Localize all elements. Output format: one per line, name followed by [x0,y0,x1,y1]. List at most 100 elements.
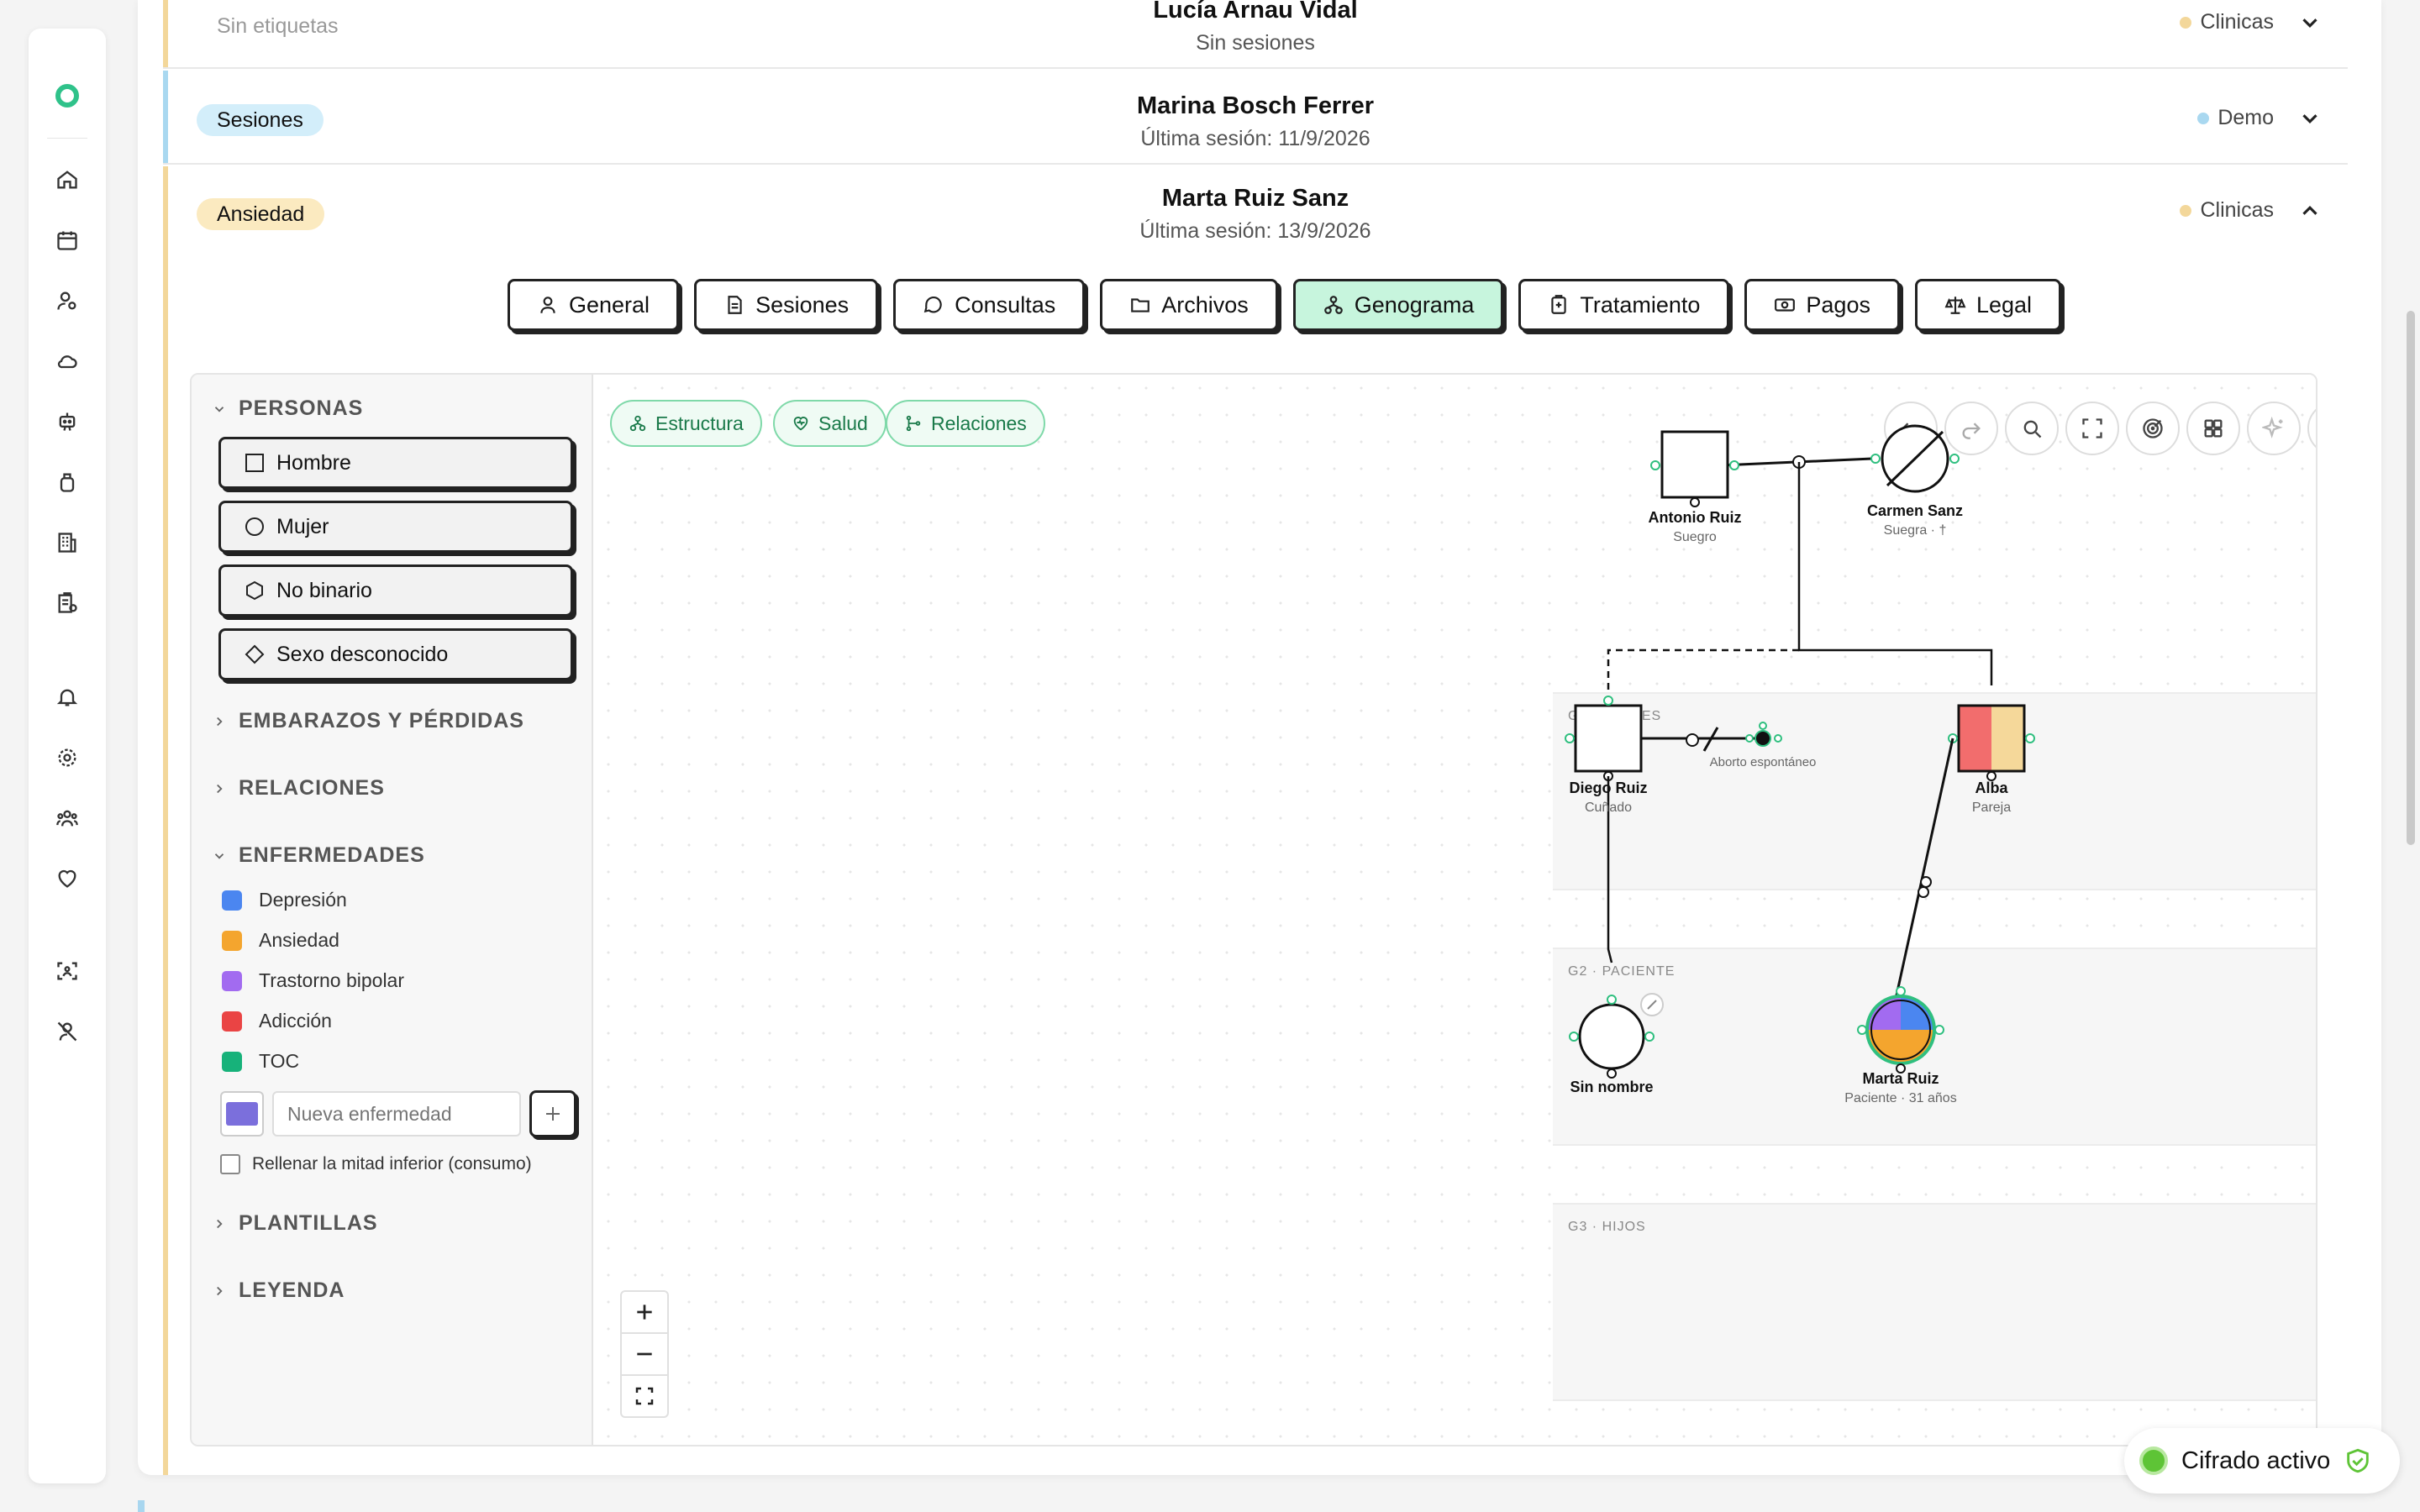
disease-name: Adicción [259,1010,332,1032]
tab-archivos[interactable]: Archivos [1100,279,1278,331]
cloud-icon[interactable] [52,346,82,376]
minus-icon [637,1352,652,1356]
tab-general[interactable]: General [508,279,680,331]
new-disease-input[interactable] [272,1091,521,1137]
patient-row[interactable]: Sesiones Marina Bosch Ferrer Última sesi… [163,71,2348,165]
face-scan-icon[interactable] [52,956,82,986]
view-chip-salud[interactable]: Salud [773,400,886,447]
chevron-down-icon[interactable] [2297,10,2323,35]
next-row-stripe [138,1500,145,1512]
checkbox-label: Rellenar la mitad inferior (consumo) [252,1154,532,1173]
chevron-up-icon[interactable] [2297,198,2323,223]
section-title: PLANTILLAS [239,1211,378,1235]
chevron-down-icon[interactable] [2297,106,2323,131]
encryption-status[interactable]: Cifrado activo [2124,1428,2400,1494]
disease-item[interactable]: TOC [222,1050,299,1073]
genogram-sidebar: PERSONAS Hombre Mujer No binario Sexo de… [192,375,593,1445]
section-title: ENFERMEDADES [239,843,425,867]
disease-item[interactable]: Adicción [222,1010,332,1032]
section-leyenda[interactable]: LEYENDA [212,1278,345,1303]
chevron-right-icon [217,1219,223,1228]
calendar-icon[interactable] [52,225,82,255]
bottle-icon[interactable] [52,467,82,497]
bell-icon[interactable] [52,682,82,712]
team-icon[interactable] [52,803,82,833]
generation-band: G1 · PADRES [1553,692,2316,890]
hexagon-icon [246,580,263,601]
view-chip-relaciones[interactable]: Relaciones [886,400,1045,447]
couple-line [1720,457,1873,467]
settings-icon[interactable] [52,743,82,773]
section-plantillas[interactable]: PLANTILLAS [212,1211,378,1236]
generation-band: G3 · HIJOS [1553,1203,2316,1401]
person-role: Suegro [1673,530,1717,544]
status-label: Clinicas [2200,10,2274,34]
chevron-down-icon [214,853,224,859]
patient-tabs: General Sesiones Consultas Archivos Geno… [508,279,2062,331]
add-nonbinary-button[interactable]: No binario [218,564,573,617]
genogram-editor: PERSONAS Hombre Mujer No binario Sexo de… [190,373,2317,1446]
chevron-right-icon [217,1286,223,1295]
user-off-icon[interactable] [52,1016,82,1047]
disease-item[interactable]: Trastorno bipolar [222,969,404,992]
add-man-button[interactable]: Hombre [218,437,573,489]
search-icon[interactable] [2005,402,2059,455]
tab-pagos[interactable]: Pagos [1744,279,1900,331]
finance-icon[interactable] [52,588,82,618]
page-scrollbar[interactable] [2407,311,2415,845]
patient-status: Clinicas [2180,10,2274,34]
fullscreen-icon[interactable] [2065,402,2119,455]
heart-pulse-icon [793,417,808,431]
disease-swatch [222,1051,242,1072]
disease-color-picker[interactable] [220,1091,264,1137]
grid-icon[interactable] [2186,402,2240,455]
undo-icon[interactable] [1884,402,1938,455]
redo-icon[interactable] [1944,402,1998,455]
section-personas[interactable]: PERSONAS [212,396,363,421]
tab-genograma[interactable]: Genograma [1292,279,1504,331]
status-dot [2180,16,2192,29]
handle [1949,454,1960,464]
patient-row-expanded[interactable]: Ansiedad Marta Ruiz Sanz Última sesión: … [163,166,2348,255]
section-relaciones[interactable]: RELACIONES [212,776,385,801]
scale-icon [1944,297,1966,314]
fit-view-button[interactable] [620,1374,669,1418]
section-embarazos[interactable]: EMBARAZOS Y PÉRDIDAS [212,709,524,733]
disease-swatch [222,930,242,951]
color-swatch [226,1102,258,1126]
descent-line [1797,462,1993,685]
tab-sesiones[interactable]: Sesiones [694,279,879,331]
section-enfermedades[interactable]: ENFERMEDADES [212,843,425,868]
add-disease-button[interactable] [529,1090,576,1137]
tab-tratamiento[interactable]: Tratamiento [1518,279,1730,331]
view-chip-estructura[interactable]: Estructura [610,400,762,447]
patient-identity: Lucía Arnau Vidal Sin sesiones [163,0,2348,55]
checkbox[interactable] [220,1154,240,1174]
robot-icon[interactable] [52,407,82,437]
tab-legal[interactable]: Legal [1914,279,2062,331]
heart-icon[interactable] [52,864,82,894]
home-icon[interactable] [52,165,82,195]
zoom-out-button[interactable] [620,1332,669,1376]
chevron-right-icon [217,784,223,793]
person-role: Suegra · † [1884,523,1947,538]
disease-item[interactable]: Depresión [222,889,347,911]
building-icon[interactable] [52,528,82,558]
sparkle-icon[interactable] [2247,402,2301,455]
descent-line-dashed [1607,648,1799,692]
app-logo[interactable] [54,82,81,109]
status-label: Clinicas [2200,198,2274,222]
patient-row[interactable]: Sin etiquetas Lucía Arnau Vidal Sin sesi… [163,0,2348,69]
patients-icon[interactable] [52,286,82,316]
half-fill-checkbox[interactable]: Rellenar la mitad inferior (consumo) [220,1154,532,1174]
zoom-in-button[interactable] [620,1290,669,1334]
status-dot [2197,112,2210,124]
add-woman-button[interactable]: Mujer [218,501,573,553]
target-icon[interactable] [2126,402,2180,455]
hierarchy-icon [629,415,646,432]
genogram-canvas[interactable]: G1 · PADRES G2 · PACIENTE G3 · HIJOS Est… [595,375,2316,1445]
eye-off-icon[interactable] [2307,402,2316,455]
add-unknown-sex-button[interactable]: Sexo desconocido [218,628,573,680]
tab-consultas[interactable]: Consultas [893,279,1086,331]
disease-item[interactable]: Ansiedad [222,929,339,952]
